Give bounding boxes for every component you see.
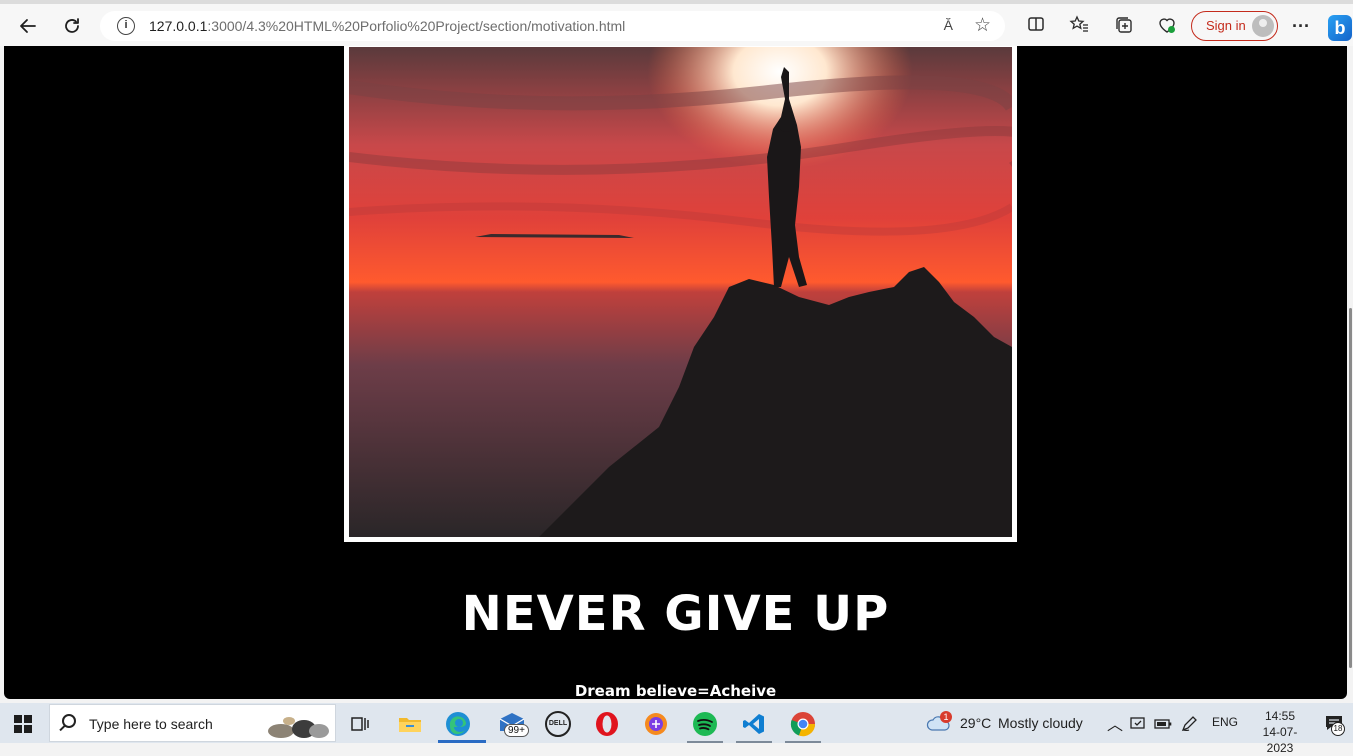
bing-chat-icon[interactable]: b	[1328, 15, 1352, 41]
opera-icon[interactable]	[587, 707, 627, 741]
page-subheading: Dream believe=Acheive	[574, 682, 777, 699]
windows-taskbar: Type here to search 99+ DELL 1 29°C Most…	[0, 703, 1353, 755]
vscode-icon[interactable]	[734, 707, 774, 743]
mail-icon[interactable]: 99+	[492, 707, 532, 741]
refresh-icon	[65, 18, 79, 33]
weather-alert-badge: 1	[940, 711, 952, 723]
windows-start-icon[interactable]	[14, 715, 32, 733]
battery-icon[interactable]	[1152, 707, 1174, 741]
task-view-icon[interactable]	[340, 707, 380, 741]
profile-avatar-icon	[1252, 15, 1274, 37]
motivation-photo	[344, 46, 1017, 542]
refresh-button[interactable]	[56, 10, 88, 42]
more-options-icon[interactable]: ···	[1290, 15, 1312, 37]
search-icon	[62, 714, 76, 728]
clock-date: 14-07-2023	[1262, 725, 1298, 755]
browser-toolbar: i 127.0.0.1:3000/4.3%20HTML%20Porfolio%2…	[0, 4, 1353, 46]
page-scrollbar[interactable]	[1347, 46, 1353, 699]
file-explorer-icon[interactable]	[390, 707, 430, 741]
browser-essentials-icon[interactable]	[1156, 15, 1178, 37]
temperature-text[interactable]: 29°C	[960, 715, 991, 731]
taskbar-clock[interactable]: 14:55 14-07-2023	[1250, 708, 1310, 756]
page-viewport: NEVER GIVE UP Dream believe=Acheive	[4, 46, 1347, 699]
weather-icon[interactable]: 1	[922, 707, 958, 741]
input-language[interactable]: ENG	[1212, 715, 1238, 729]
brave-or-app-icon[interactable]	[636, 707, 676, 741]
sign-in-label: Sign in	[1206, 18, 1246, 33]
spotify-icon[interactable]	[685, 707, 725, 743]
add-favorite-star-icon[interactable]: ☆	[974, 14, 991, 37]
device-status-icon[interactable]	[1127, 707, 1149, 741]
address-bar[interactable]: i 127.0.0.1:3000/4.3%20HTML%20Porfolio%2…	[100, 11, 1005, 41]
dell-icon[interactable]: DELL	[538, 707, 578, 741]
search-highlight-stones-icon	[268, 717, 329, 738]
show-hidden-icons-chevron-icon[interactable]: ︿	[1107, 711, 1123, 735]
mail-unread-badge: 99+	[504, 724, 529, 737]
chrome-icon[interactable]	[783, 707, 823, 743]
search-placeholder: Type here to search	[89, 716, 213, 732]
sunset-silhouette-image	[349, 47, 1012, 537]
read-aloud-icon[interactable]: Ă	[944, 17, 953, 33]
back-arrow-icon	[20, 19, 36, 33]
site-info-icon[interactable]: i	[117, 17, 135, 35]
edge-taskbar-icon[interactable]	[438, 707, 486, 743]
sign-in-button[interactable]: Sign in	[1191, 11, 1278, 41]
back-button[interactable]	[12, 10, 44, 42]
notification-count-badge: 18	[1331, 722, 1345, 736]
collections-icon[interactable]	[1113, 15, 1135, 37]
notifications-icon[interactable]: 18	[1324, 714, 1345, 736]
taskbar-search-box[interactable]: Type here to search	[49, 704, 336, 742]
page-heading: NEVER GIVE UP	[461, 586, 890, 642]
split-screen-icon[interactable]	[1025, 15, 1047, 37]
clock-time: 14:55	[1264, 709, 1296, 723]
address-url[interactable]: 127.0.0.1:3000/4.3%20HTML%20Porfolio%20P…	[149, 18, 625, 34]
weather-condition-text[interactable]: Mostly cloudy	[998, 715, 1083, 731]
scrollbar-thumb[interactable]	[1349, 308, 1352, 668]
favorites-icon[interactable]	[1068, 15, 1090, 37]
dell-logo-label: DELL	[545, 711, 571, 737]
pen-icon[interactable]	[1178, 707, 1200, 741]
